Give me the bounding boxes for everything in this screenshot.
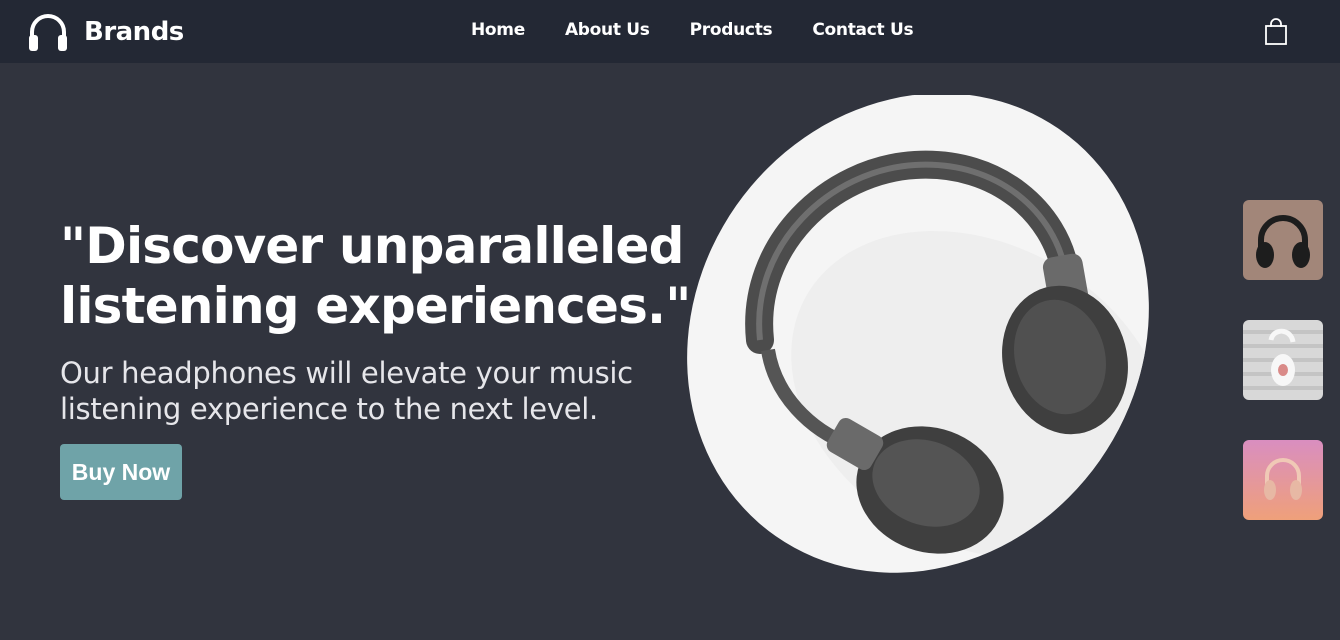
black-headphones-image [1243, 200, 1323, 280]
nav-link-contact-us[interactable]: Contact Us [812, 20, 913, 40]
nav-item-about: About Us [565, 20, 650, 40]
nav-item-home: Home [471, 20, 525, 40]
pink-headphones-image [1243, 440, 1323, 520]
hero-title: "Discover unparalleled listening experie… [60, 216, 700, 336]
nav-item-products: Products [690, 20, 773, 40]
brand-name: Brands [84, 17, 184, 47]
hero-subtitle-line-2: listening experience to the next level. [60, 392, 598, 426]
thumbnail-white-headphones[interactable] [1243, 320, 1323, 400]
headphones-icon [29, 14, 67, 51]
hero-subtitle-line-1: Our headphones will elevate your music [60, 356, 633, 390]
white-headphones-image [1243, 320, 1323, 400]
nav-item-contact: Contact Us [812, 20, 913, 40]
hero-title-line-1: "Discover unparalleled [60, 217, 684, 275]
hero-subtitle: Our headphones will elevate your music l… [60, 355, 680, 427]
nav-link-home[interactable]: Home [471, 20, 525, 40]
main-nav: Home About Us Products Contact Us [471, 20, 914, 40]
top-navbar: Brands Home About Us Products Contact Us [0, 0, 1340, 63]
nav-link-about-us[interactable]: About Us [565, 20, 650, 40]
thumbnail-black-headphones[interactable] [1243, 200, 1323, 280]
buy-now-button[interactable]: Buy Now [60, 444, 182, 500]
thumbnail-pink-headphones[interactable] [1243, 440, 1323, 520]
shopping-bag-icon[interactable] [1263, 18, 1289, 46]
hero-title-line-2: listening experiences." [60, 277, 691, 335]
hero-headphones-image [687, 95, 1160, 573]
nav-link-products[interactable]: Products [690, 20, 773, 40]
brand-logo-link[interactable]: Brands [26, 10, 184, 54]
